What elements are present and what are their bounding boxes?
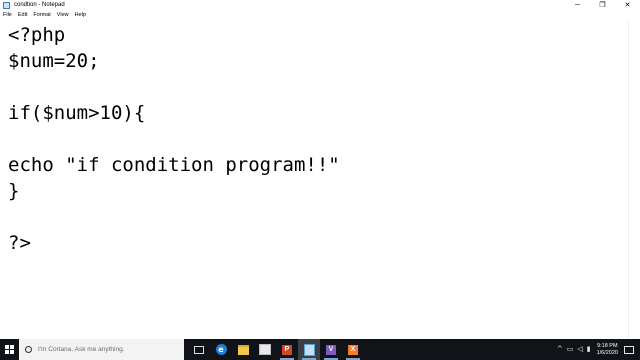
visual-studio-icon: V	[326, 344, 336, 355]
window-controls: ─ ❐ ✕	[565, 0, 640, 11]
editor-line: <?php	[8, 24, 66, 46]
taskbar-store[interactable]	[254, 339, 276, 360]
edge-icon: e	[215, 344, 227, 355]
editor-line: $num=20;	[8, 50, 100, 72]
windows-logo-icon	[4, 345, 14, 354]
taskbar-task-view[interactable]	[188, 339, 210, 360]
editor-line: ?>	[8, 232, 31, 254]
search-placeholder: I'm Cortana. Ask me anything.	[38, 346, 125, 353]
editor-line: if($num>10){	[8, 102, 146, 124]
menu-edit[interactable]: Edit	[18, 11, 27, 20]
taskbar-visual-studio[interactable]: V	[320, 339, 342, 360]
minimize-button[interactable]: ─	[565, 0, 590, 11]
taskbar-powerpoint[interactable]: P	[276, 339, 298, 360]
file-explorer-icon	[237, 344, 249, 355]
vertical-scrollbar[interactable]	[628, 20, 640, 339]
network-icon[interactable]: ▭	[567, 339, 574, 360]
store-icon	[259, 344, 271, 355]
restore-button[interactable]: ❐	[590, 0, 615, 11]
menu-format[interactable]: Format	[33, 11, 50, 20]
system-tray: ^ ▭ ◁ ▮ 9:18 PM 1/6/2020	[553, 339, 640, 360]
menu-help[interactable]: Help	[75, 11, 86, 20]
clock-date: 1/6/2020	[596, 349, 618, 356]
cortana-icon	[25, 346, 32, 353]
taskbar-notepad[interactable]	[298, 339, 320, 360]
taskbar-edge[interactable]: e	[210, 339, 232, 360]
xampp-icon: X	[348, 344, 358, 355]
powerpoint-icon: P	[282, 344, 292, 355]
notepad-icon	[303, 343, 315, 356]
clock-time: 9:18 PM	[597, 342, 618, 349]
clock[interactable]: 9:18 PM 1/6/2020	[597, 339, 618, 360]
taskbar: I'm Cortana. Ask me anything. e P V X ^ …	[0, 339, 640, 360]
close-button[interactable]: ✕	[615, 0, 640, 11]
start-button[interactable]	[0, 339, 18, 360]
action-center-icon[interactable]	[624, 345, 634, 354]
menu-bar: File Edit Format View Help	[0, 11, 640, 20]
taskbar-xampp[interactable]: X	[342, 339, 364, 360]
taskbar-file-explorer[interactable]	[232, 339, 254, 360]
editor-line: }	[8, 180, 20, 202]
notepad-app-icon[interactable]	[3, 2, 10, 9]
menu-view[interactable]: View	[57, 11, 69, 20]
task-view-icon	[194, 345, 204, 354]
volume-icon[interactable]: ◁	[577, 339, 582, 360]
battery-icon[interactable]: ▮	[587, 339, 591, 360]
cortana-search-box[interactable]: I'm Cortana. Ask me anything.	[19, 339, 184, 360]
window-title: condtion - Notepad	[14, 2, 65, 8]
text-editor[interactable]: <?php $num=20; if($num>10){ echo "if con…	[0, 20, 628, 339]
menu-file[interactable]: File	[3, 11, 12, 20]
taskbar-apps: e P V X	[188, 339, 364, 360]
title-bar: condtion - Notepad ─ ❐ ✕	[0, 0, 640, 11]
editor-line: echo "if condition program!!"	[8, 154, 340, 176]
show-hidden-icons-chevron-icon[interactable]: ^	[557, 339, 563, 360]
